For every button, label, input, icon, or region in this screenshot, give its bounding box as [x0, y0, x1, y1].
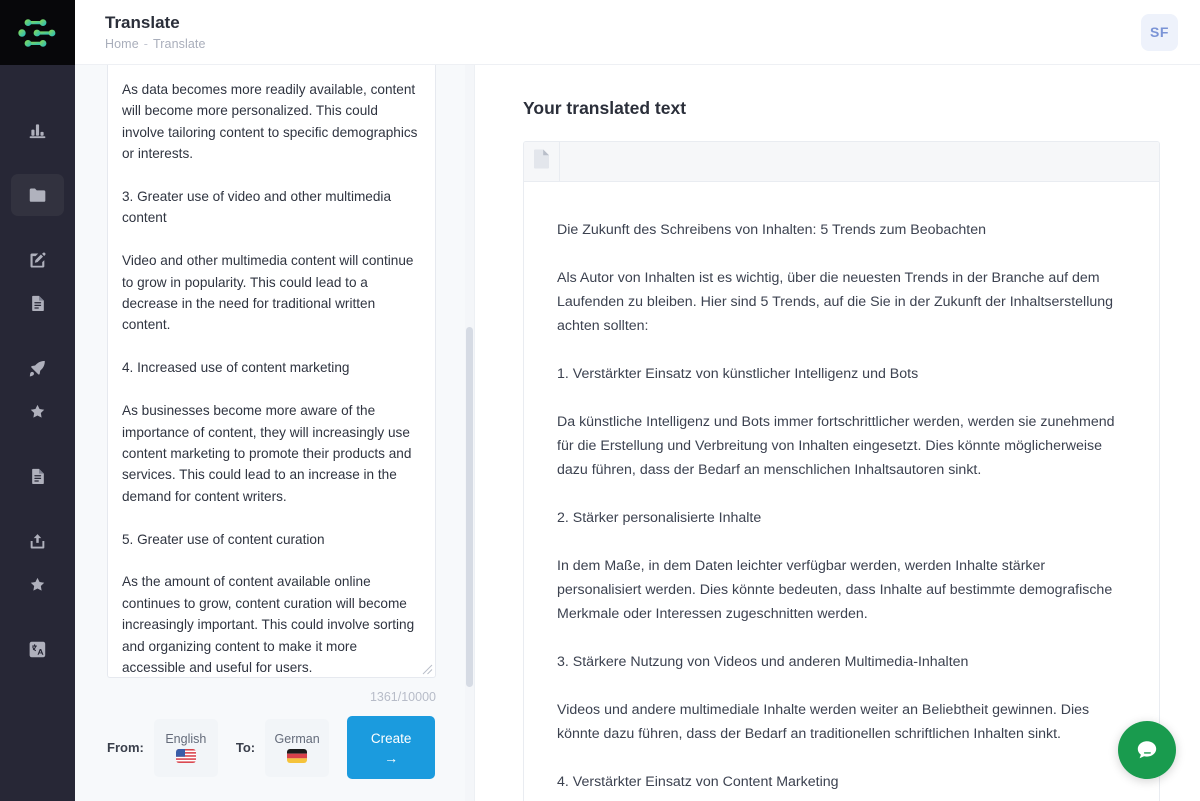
main-area: Translate Home - Translate SF As data beco… — [75, 0, 1200, 801]
create-button[interactable]: Create → — [347, 716, 436, 779]
translate-controls: From: English To: German Create → — [75, 704, 474, 801]
brand-logo[interactable] — [0, 0, 75, 65]
source-panel-scrollbar[interactable] — [465, 65, 474, 801]
arrow-right-icon: → — [384, 749, 399, 766]
bar-chart-icon — [27, 120, 48, 141]
char-counter: 1361/10000 — [369, 690, 436, 704]
source-text[interactable]: As data becomes more readily available, … — [108, 65, 435, 677]
sidebar-item-compose[interactable] — [11, 239, 64, 281]
translated-document-card: Die Zukunft des Schreibens von Inhalten:… — [523, 141, 1160, 801]
to-language-value: German — [274, 732, 320, 746]
avatar[interactable]: SF — [1141, 13, 1178, 51]
top-bar: Translate Home - Translate SF — [75, 0, 1200, 65]
resize-handle[interactable] — [420, 662, 433, 675]
breadcrumb-separator: - — [143, 37, 149, 52]
scrollbar-thumb[interactable] — [466, 327, 473, 687]
source-panel: As data becomes more readily available, … — [75, 65, 475, 801]
from-language-select[interactable]: English — [153, 718, 218, 777]
source-textarea[interactable]: As data becomes more readily available, … — [107, 65, 436, 678]
sidebar-item-launch[interactable] — [11, 347, 64, 389]
translate-icon — [27, 639, 48, 660]
from-label: From: — [107, 740, 144, 755]
us-flag-icon — [175, 749, 196, 763]
sidebar-item-favorites[interactable] — [11, 390, 64, 432]
upload-tray-icon — [27, 531, 48, 552]
translated-text: Die Zukunft des Schreibens von Inhalten:… — [557, 222, 1115, 790]
file-page-icon — [533, 149, 550, 174]
de-flag-icon — [287, 749, 308, 763]
sidebar — [0, 0, 75, 801]
document-toolbar-empty — [560, 142, 1159, 182]
document-toolbar-file-button[interactable] — [524, 142, 560, 182]
sidebar-item-translate[interactable] — [11, 628, 64, 670]
sidebar-item-articles[interactable] — [11, 455, 64, 497]
folder-icon — [27, 184, 49, 206]
from-language-value: English — [165, 732, 207, 746]
breadcrumb: Home - Translate — [105, 37, 206, 51]
sidebar-item-analytics[interactable] — [11, 109, 64, 151]
breadcrumb-home[interactable]: Home — [105, 37, 139, 51]
chat-widget-button[interactable] — [1118, 721, 1176, 779]
sidebar-item-files[interactable] — [11, 174, 64, 216]
app-root: Translate Home - Translate SF As data beco… — [0, 0, 1200, 801]
star-icon — [28, 575, 47, 594]
translated-panel: Your translated text Die Zukunft des Sch… — [475, 65, 1200, 801]
sidebar-item-upload[interactable] — [11, 520, 64, 562]
sidebar-item-documents[interactable] — [11, 282, 64, 324]
chat-bubble-icon — [1133, 736, 1161, 764]
document-lines-icon — [28, 466, 48, 486]
to-label: To: — [235, 740, 256, 755]
translated-title: Your translated text — [523, 98, 687, 118]
edit-square-icon — [27, 250, 48, 271]
top-bar-titles: Translate Home - Translate — [105, 13, 206, 51]
breadcrumb-current: Translate — [153, 37, 206, 52]
sidebar-nav — [0, 65, 75, 671]
create-button-label: Create — [370, 730, 412, 746]
source-editor-wrap: As data becomes more readily available, … — [75, 65, 474, 686]
sidebar-item-starred[interactable] — [11, 563, 64, 605]
rocket-icon — [27, 358, 48, 379]
content-body: As data becomes more readily available, … — [75, 65, 1200, 801]
document-toolbar — [524, 142, 1159, 182]
document-lines-icon — [28, 293, 48, 313]
star-icon — [28, 402, 47, 421]
to-language-select[interactable]: German — [265, 718, 330, 777]
page-title: Translate — [105, 12, 180, 32]
